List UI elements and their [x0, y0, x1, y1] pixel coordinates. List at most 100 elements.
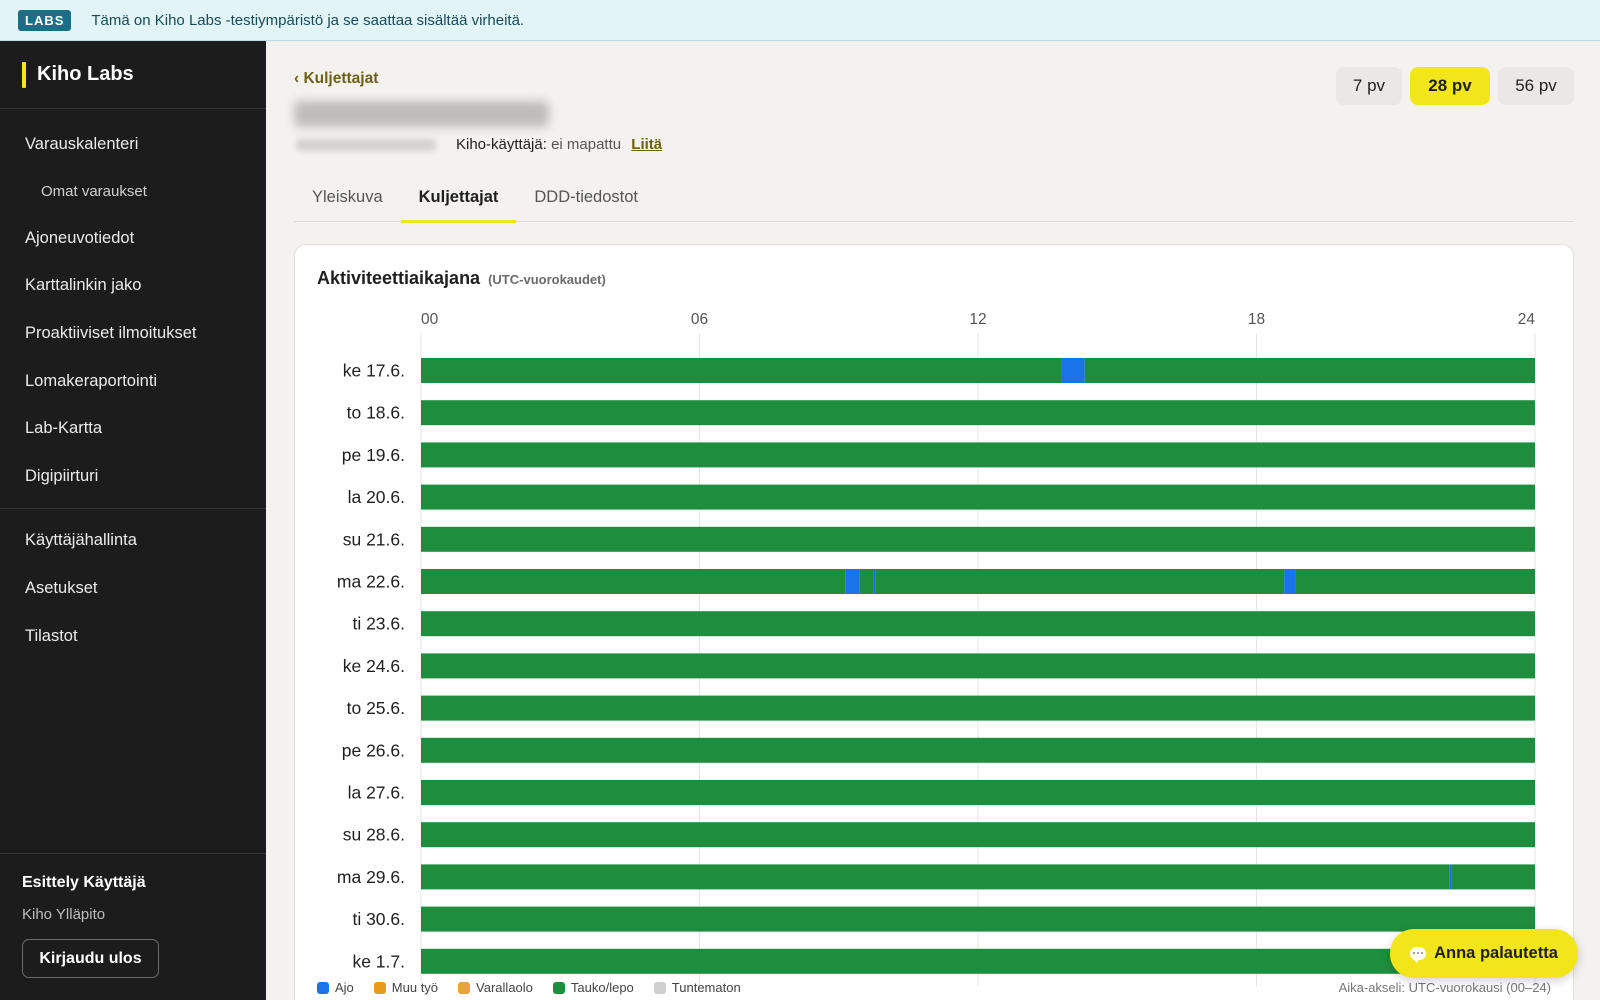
sidebar-item-ajoneuvotiedot[interactable]: Ajoneuvotiedot — [0, 215, 266, 263]
day-label: pe 26.6. — [342, 740, 405, 760]
feedback-button[interactable]: Anna palautetta — [1390, 929, 1578, 978]
range-56-days-button[interactable]: 56 pv — [1498, 67, 1574, 105]
activity-segment-tauko-lepo — [875, 569, 1285, 594]
day-label: to 18.6. — [347, 403, 405, 423]
legend-item: Ajo — [317, 980, 354, 995]
sidebar-item-tilastot[interactable]: Tilastot — [0, 612, 266, 660]
legend-swatch-varallaolo — [458, 981, 471, 994]
sidebar-item-asetukset[interactable]: Asetukset — [0, 565, 266, 613]
activity-segment-ajo — [873, 569, 876, 594]
day-label: pe 19.6. — [342, 445, 405, 465]
legend-swatch-tuntematon — [653, 981, 666, 994]
day-label: ti 23.6. — [352, 614, 405, 634]
brand-name: Kiho Labs — [37, 63, 134, 85]
main-content: ‹ Kuljettajat Kiho-käyttäjä: ei mapattu … — [266, 41, 1600, 1000]
activity-segment-tauko-lepo — [1084, 358, 1535, 383]
day-label: la 27.6. — [348, 783, 405, 803]
activity-segment-tauko-lepo — [421, 780, 1535, 805]
test-environment-banner: LABS Tämä on Kiho Labs -testiympäristö j… — [0, 0, 1600, 41]
x-tick-label: 12 — [969, 311, 986, 328]
kiho-user-mapping: Kiho-käyttäjä: ei mapattu Liitä — [456, 136, 662, 153]
driver-name-redacted — [294, 101, 549, 127]
sidebar-item-omat-varaukset[interactable]: Omat varaukset — [0, 169, 266, 215]
x-tick-label: 24 — [1518, 311, 1536, 328]
activity-segment-tauko-lepo — [421, 442, 1535, 468]
driver-tabs: Yleiskuva Kuljettajat DDD-tiedostot — [294, 172, 1574, 223]
activity-timeline-card: 00 06 12 18 24 ke 17.6. to 18.6. pe 19.6. la 20.… — [294, 244, 1574, 1000]
day-label: ke 24.6. — [343, 656, 405, 676]
tab-kuljettajat[interactable]: Kuljettajat — [400, 172, 517, 223]
legend-swatch-ajo — [317, 981, 329, 994]
day-label: ke 17.6. — [343, 361, 405, 381]
timeline-note: (UTC-vuorokaudet) — [488, 272, 606, 287]
mapping-label: Kiho-käyttäjä: — [456, 136, 547, 153]
activity-segment-ajo — [1284, 569, 1296, 594]
legend-item: Tuntematon — [653, 980, 741, 995]
main-nav: Varauskalenteri Omat varaukset Ajoneuvot… — [0, 109, 266, 500]
day-label: su 21.6. — [343, 529, 405, 549]
day-label: su 28.6. — [343, 825, 405, 845]
sidebar-item-kayttajahallinta[interactable]: Käyttäjähallinta — [0, 517, 266, 565]
activity-segment-tauko-lepo — [421, 611, 1535, 637]
day-label: ke 1.7. — [352, 951, 405, 971]
activity-segment-tauko-lepo — [421, 822, 1535, 848]
admin-nav: Käyttäjähallinta Asetukset Tilastot — [0, 509, 266, 660]
legend-label-ajo: Ajo — [335, 980, 354, 995]
legend-swatch-muu-tyo — [373, 981, 386, 994]
timeline-title: Aktiviteettiaikajana — [317, 268, 481, 288]
x-tick-label: 06 — [691, 311, 708, 328]
chat-bubble-icon — [1410, 947, 1427, 963]
activity-segment-tauko-lepo — [421, 906, 1535, 932]
sidebar: Kiho Labs Varauskalenteri Omat varaukset… — [0, 41, 266, 1000]
sidebar-item-proaktiiviset-ilmoitukset[interactable]: Proaktiiviset ilmoitukset — [0, 310, 266, 358]
activity-segment-tauko-lepo — [421, 695, 1535, 721]
banner-text: Tämä on Kiho Labs -testiympäristö ja se … — [91, 11, 525, 29]
activity-segment-tauko-lepo — [421, 358, 1062, 383]
activity-segment-tauko-lepo — [421, 400, 1535, 426]
legend-item: Tauko/lepo — [552, 980, 634, 995]
day-label: to 25.6. — [347, 698, 405, 718]
labs-badge: LABS — [18, 9, 72, 31]
legend-label-varallaolo: Varallaolo — [476, 980, 533, 995]
back-to-drivers-link[interactable]: ‹ Kuljettajat — [294, 70, 378, 88]
activity-segment-tauko-lepo — [421, 526, 1535, 552]
tab-yleiskuva[interactable]: Yleiskuva — [294, 172, 401, 222]
sidebar-item-digipiirturi[interactable]: Digipiirturi — [0, 453, 266, 501]
brand-accent-bar — [22, 61, 26, 88]
brand[interactable]: Kiho Labs — [0, 41, 266, 109]
legend-label-tuntematon: Tuntematon — [671, 980, 741, 995]
activity-segment-tauko-lepo — [421, 569, 846, 594]
user-role: Kiho Ylläpito — [22, 906, 106, 923]
legend-item: Varallaolo — [458, 980, 533, 995]
activity-segment-tauko-lepo — [1451, 864, 1535, 890]
sidebar-item-lab-kartta[interactable]: Lab-Kartta — [0, 405, 266, 453]
driver-id-redacted — [296, 139, 436, 151]
activity-segment-tauko-lepo — [859, 569, 874, 594]
sidebar-item-varauskalenteri[interactable]: Varauskalenteri — [0, 121, 266, 169]
day-label: ma 29.6. — [337, 867, 405, 887]
x-tick-label: 00 — [421, 311, 439, 328]
logout-button[interactable]: Kirjaudu ulos — [22, 939, 159, 978]
feedback-label: Anna palautetta — [1434, 944, 1558, 962]
activity-segment-tauko-lepo — [421, 484, 1535, 510]
mapping-value: ei mapattu — [551, 136, 622, 153]
activity-segment-tauko-lepo — [421, 737, 1535, 763]
sidebar-item-karttalinkin-jako[interactable]: Karttalinkin jako — [0, 262, 266, 310]
legend-label-muu-tyo: Muu työ — [391, 980, 439, 995]
range-7-days-button[interactable]: 7 pv — [1336, 67, 1402, 105]
range-28-days-button[interactable]: 28 pv — [1410, 67, 1490, 105]
sidebar-item-lomakeraportointi[interactable]: Lomakeraportointi — [0, 357, 266, 405]
legend-item: Muu työ — [373, 980, 439, 995]
x-tick-label: 18 — [1248, 311, 1265, 328]
user-panel: Esittely Käyttäjä Kiho Ylläpito Kirjaudu… — [0, 853, 266, 1000]
activity-segment-ajo — [1061, 358, 1085, 383]
legend-label-tauko-lepo: Tauko/lepo — [570, 980, 634, 995]
day-label: ti 30.6. — [352, 909, 405, 929]
activity-segment-ajo — [1449, 864, 1452, 890]
attach-user-link[interactable]: Liitä — [631, 136, 662, 153]
activity-timeline-chart: 00 06 12 18 24 ke 17.6. to 18.6. pe 19.6. la 20.… — [337, 311, 1536, 986]
card-title: Aktiviteettiaikajana (UTC-vuorokaudet) — [317, 268, 606, 289]
user-name: Esittely Käyttäjä — [22, 874, 146, 891]
activity-segment-tauko-lepo — [421, 653, 1535, 679]
tab-ddd-tiedostot[interactable]: DDD-tiedostot — [516, 172, 656, 222]
